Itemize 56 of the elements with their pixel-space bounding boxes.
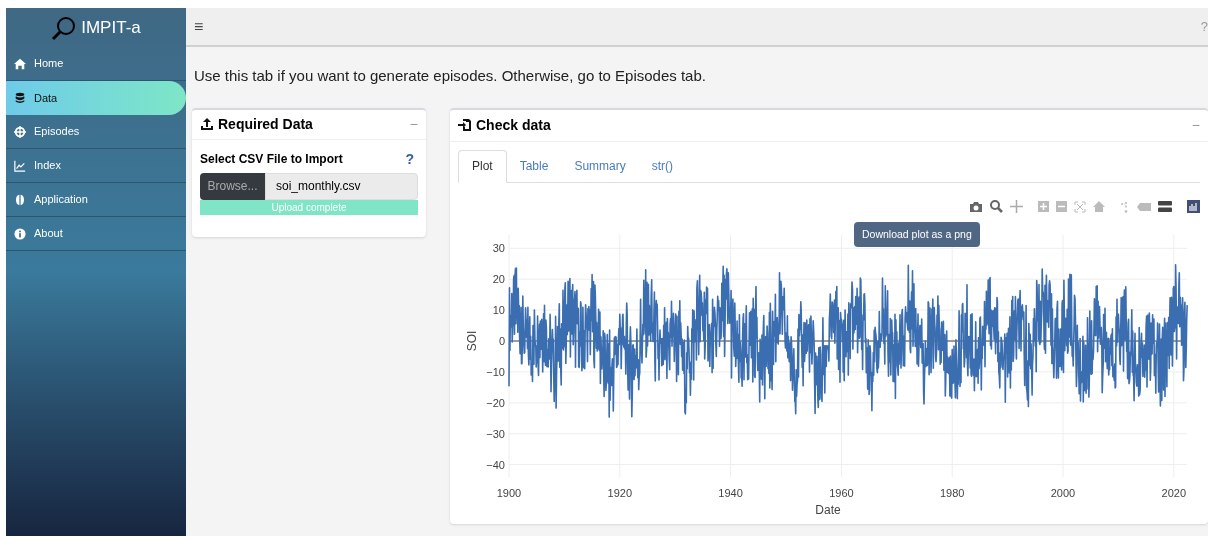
y-tick-label: 30 bbox=[492, 241, 505, 254]
import-icon bbox=[458, 118, 472, 132]
y-axis-title: SOI bbox=[465, 330, 479, 351]
x-tick-label: 1960 bbox=[829, 486, 854, 499]
y-tick-label: −20 bbox=[486, 396, 505, 409]
tab[interactable]: str() bbox=[638, 149, 687, 182]
hover-tag-icon[interactable] bbox=[1137, 202, 1151, 211]
x-tick-label: 1980 bbox=[939, 486, 965, 499]
x-tick-label: 1900 bbox=[496, 486, 522, 499]
y-tick-label: −30 bbox=[486, 427, 505, 440]
brain-icon bbox=[14, 193, 26, 206]
pan-icon[interactable] bbox=[1010, 200, 1023, 213]
browse-button[interactable]: Browse... bbox=[200, 172, 265, 200]
x-tick-label: 1920 bbox=[607, 486, 633, 499]
crosshair-icon bbox=[14, 125, 26, 138]
y-tick-label: −40 bbox=[486, 458, 505, 471]
info-icon bbox=[14, 227, 26, 240]
y-tick-label: −10 bbox=[486, 365, 505, 378]
collapse-button[interactable]: − bbox=[1191, 114, 1200, 136]
spike-lines-icon[interactable] bbox=[1120, 200, 1130, 213]
database-icon bbox=[14, 92, 26, 104]
tooltip: Download plot as a png bbox=[854, 221, 980, 248]
y-tick-label: 20 bbox=[492, 272, 505, 285]
bar-chart-logo-icon[interactable] bbox=[1187, 200, 1200, 213]
x-tick-label: 1940 bbox=[718, 486, 743, 499]
camera-icon[interactable] bbox=[969, 200, 983, 213]
app-title: IMPIT-a bbox=[81, 16, 141, 39]
upload-icon bbox=[200, 117, 214, 131]
zoom-icon[interactable] bbox=[990, 200, 1003, 213]
x-axis-title: Date bbox=[815, 502, 841, 515]
tab[interactable]: Plot bbox=[458, 149, 507, 183]
home-icon[interactable] bbox=[1093, 201, 1105, 212]
sidebar-item[interactable]: Data bbox=[6, 81, 186, 115]
card-title: Required Data bbox=[218, 114, 313, 134]
tab[interactable]: Summary bbox=[561, 149, 639, 182]
file-name-field[interactable]: soi_monthly.csv bbox=[265, 172, 418, 200]
tab[interactable]: Table bbox=[506, 149, 562, 182]
line-chart-icon bbox=[14, 159, 26, 172]
x-tick-label: 2000 bbox=[1050, 486, 1076, 499]
home-icon bbox=[14, 57, 26, 70]
y-tick-label: 0 bbox=[498, 334, 505, 347]
compare-hover-icon[interactable] bbox=[1158, 201, 1172, 212]
zoom-out-icon[interactable] bbox=[1056, 201, 1067, 212]
magnifier-icon bbox=[51, 14, 78, 41]
card-title: Check data bbox=[476, 115, 551, 135]
field-label: Select CSV File to Import bbox=[200, 151, 343, 168]
collapse-button[interactable]: − bbox=[409, 113, 418, 135]
y-tick-label: 10 bbox=[492, 303, 505, 316]
intro-text: Use this tab if you want to generate episodes. Otherwise, go to Episodes tab. bbox=[194, 66, 707, 86]
menu-icon[interactable]: ≡ bbox=[194, 14, 204, 39]
progress-text: Upload complete bbox=[271, 200, 347, 215]
help-icon[interactable]: ? bbox=[1200, 16, 1208, 37]
autoscale-icon[interactable] bbox=[1074, 200, 1086, 213]
x-tick-label: 2020 bbox=[1161, 486, 1187, 499]
zoom-in-icon[interactable] bbox=[1038, 201, 1049, 212]
help-icon[interactable]: ? bbox=[405, 148, 414, 170]
